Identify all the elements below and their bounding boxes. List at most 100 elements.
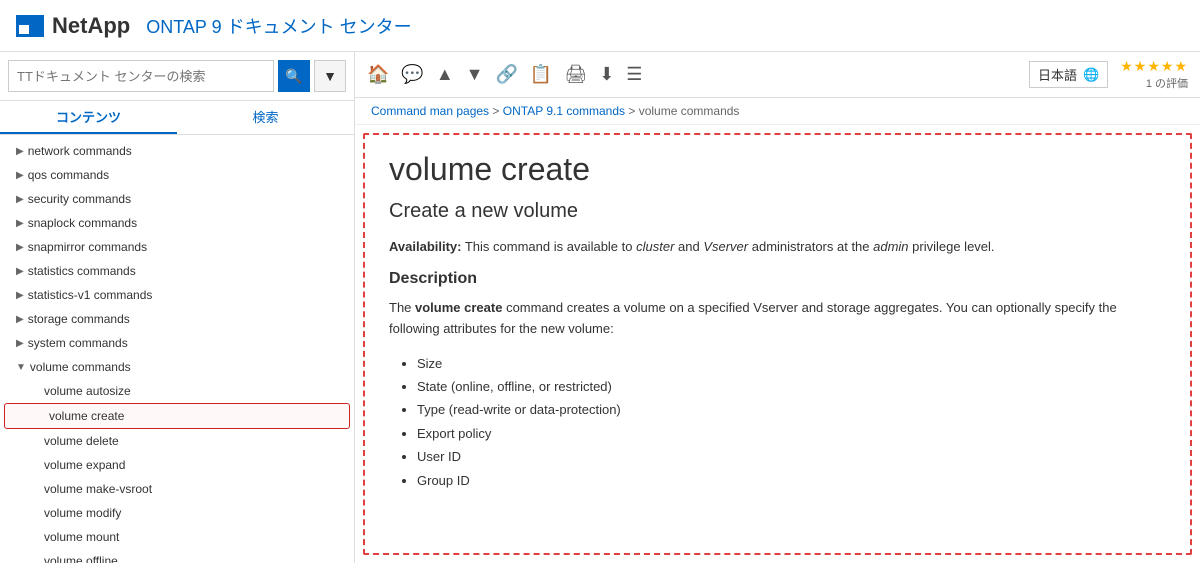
description-text: The volume create command creates a volu… (389, 298, 1166, 340)
site-title: ONTAP 9 ドキュメント センター (146, 13, 411, 39)
comment-icon[interactable]: 💬 (401, 64, 423, 85)
bullet-item: Export policy (417, 422, 1166, 445)
breadcrumb-part3: volume commands (639, 104, 740, 118)
nav-item-label: snaplock commands (28, 214, 137, 232)
breadcrumb-sep2: > (628, 104, 638, 118)
globe-icon: 🌐 (1083, 67, 1099, 83)
link-icon[interactable]: 🔗 (496, 64, 518, 85)
nav-item-label: snapmirror commands (28, 238, 147, 256)
nav-item[interactable]: ▶ qos commands (0, 163, 354, 187)
nav-item[interactable]: ▶ snapmirror commands (0, 235, 354, 259)
next-icon[interactable]: ▼ (466, 64, 484, 85)
nav-item[interactable]: volume modify (0, 501, 354, 525)
search-area: 🔍 ▼ (0, 52, 354, 101)
sidebar-tabs: コンテンツ 検索 (0, 101, 354, 135)
nav-item-label: volume commands (30, 358, 131, 376)
nav-item-label: volume delete (44, 432, 119, 450)
search-button[interactable]: 🔍 (278, 60, 310, 92)
nav-item[interactable]: ▶ network commands (0, 139, 354, 163)
nav-item[interactable]: ▶ security commands (0, 187, 354, 211)
arrow-down-icon: ▼ (16, 360, 26, 375)
arrow-right-icon: ▶ (16, 144, 24, 159)
availability-line: Availability: This command is available … (389, 239, 1166, 254)
nav-item-label: volume make-vsroot (44, 480, 152, 498)
nav-item-label: statistics commands (28, 262, 136, 280)
arrow-right-icon: ▶ (16, 288, 24, 303)
nav-item-label: network commands (28, 142, 132, 160)
doc-content: volume create Create a new volume Availa… (363, 133, 1192, 555)
nav-item[interactable]: volume expand (0, 453, 354, 477)
sidebar-nav: ▶ network commands▶ qos commands▶ securi… (0, 135, 354, 563)
bullet-item: Type (read-write or data-protection) (417, 398, 1166, 421)
lang-selector[interactable]: 日本語 🌐 (1029, 61, 1108, 88)
sidebar: 🔍 ▼ コンテンツ 検索 ▶ network commands▶ qos com… (0, 52, 355, 563)
search-input[interactable] (8, 60, 274, 92)
arrow-right-icon: ▶ (16, 264, 24, 279)
nav-item-label: qos commands (28, 166, 109, 184)
tab-contents[interactable]: コンテンツ (0, 101, 177, 134)
nav-item-label: security commands (28, 190, 131, 208)
availability-vserver: Vserver (703, 239, 748, 254)
bullet-list: SizeState (online, offline, or restricte… (389, 352, 1166, 492)
home-icon[interactable]: 🏠 (367, 64, 389, 85)
prev-icon[interactable]: ▲ (436, 64, 454, 85)
logo-text: NetApp (52, 13, 130, 39)
nav-item[interactable]: volume offline (0, 549, 354, 563)
page-subtitle: Create a new volume (389, 200, 1166, 223)
menu-icon[interactable]: ☰ (626, 64, 642, 85)
nav-item[interactable]: ▶ system commands (0, 331, 354, 355)
main-layout: 🔍 ▼ コンテンツ 検索 ▶ network commands▶ qos com… (0, 52, 1200, 563)
description-title: Description (389, 270, 1166, 288)
availability-label: Availability: (389, 239, 461, 254)
clipboard-icon[interactable]: 📋 (530, 64, 552, 85)
arrow-right-icon: ▶ (16, 240, 24, 255)
nav-item[interactable]: volume mount (0, 525, 354, 549)
breadcrumb-part1[interactable]: Command man pages (371, 104, 489, 118)
nav-item[interactable]: volume autosize (0, 379, 354, 403)
nav-item-label: statistics-v1 commands (28, 286, 153, 304)
arrow-right-icon: ▶ (16, 216, 24, 231)
nav-item-label: volume offline (44, 552, 118, 563)
breadcrumb-sep1: > (492, 104, 502, 118)
page-main-title: volume create (389, 151, 1166, 188)
bullet-item: Group ID (417, 469, 1166, 492)
logo-area: NetApp ONTAP 9 ドキュメント センター (16, 13, 412, 39)
nav-item[interactable]: volume delete (0, 429, 354, 453)
availability-admin: admin (873, 239, 908, 254)
nav-item-label: volume expand (44, 456, 125, 474)
desc-cmd: volume create (415, 300, 502, 315)
breadcrumb: Command man pages > ONTAP 9.1 commands >… (355, 98, 1200, 125)
filter-button[interactable]: ▼ (314, 60, 346, 92)
stars[interactable]: ★★★★★ (1120, 58, 1188, 75)
availability-cluster: cluster (636, 239, 674, 254)
nav-item[interactable]: ▶ statistics commands (0, 259, 354, 283)
tab-search[interactable]: 検索 (177, 101, 354, 134)
nav-item-label: storage commands (28, 310, 130, 328)
arrow-right-icon: ▶ (16, 168, 24, 183)
nav-item[interactable]: ▼ volume commands (0, 355, 354, 379)
nav-item[interactable]: volume make-vsroot (0, 477, 354, 501)
lang-text: 日本語 (1038, 65, 1077, 84)
bullet-item: Size (417, 352, 1166, 375)
nav-item[interactable]: ▶ snaplock commands (0, 211, 354, 235)
content-area: 🏠 💬 ▲ ▼ 🔗 📋 🖨 ⬇ ☰ 日本語 🌐 ★★★★★ 1 の評価 Comm… (355, 52, 1200, 563)
nav-item[interactable]: ▶ statistics-v1 commands (0, 283, 354, 307)
nav-item[interactable]: volume create (4, 403, 350, 429)
print-icon[interactable]: 🖨 (564, 64, 587, 85)
arrow-right-icon: ▶ (16, 192, 24, 207)
toolbar: 🏠 💬 ▲ ▼ 🔗 📋 🖨 ⬇ ☰ 日本語 🌐 ★★★★★ 1 の評価 (355, 52, 1200, 98)
breadcrumb-part2[interactable]: ONTAP 9.1 commands (503, 104, 625, 118)
nav-item-label: volume autosize (44, 382, 131, 400)
bullet-item: State (online, offline, or restricted) (417, 375, 1166, 398)
arrow-right-icon: ▶ (16, 336, 24, 351)
nav-item-label: volume modify (44, 504, 121, 522)
nav-item-label: volume mount (44, 528, 119, 546)
nav-item-label: volume create (49, 407, 124, 425)
header: NetApp ONTAP 9 ドキュメント センター (0, 0, 1200, 52)
netapp-logo-icon (16, 15, 44, 37)
nav-item-label: system commands (28, 334, 128, 352)
rating-area: ★★★★★ 1 の評価 (1120, 58, 1188, 91)
arrow-right-icon: ▶ (16, 312, 24, 327)
nav-item[interactable]: ▶ storage commands (0, 307, 354, 331)
download-icon[interactable]: ⬇ (599, 64, 614, 85)
